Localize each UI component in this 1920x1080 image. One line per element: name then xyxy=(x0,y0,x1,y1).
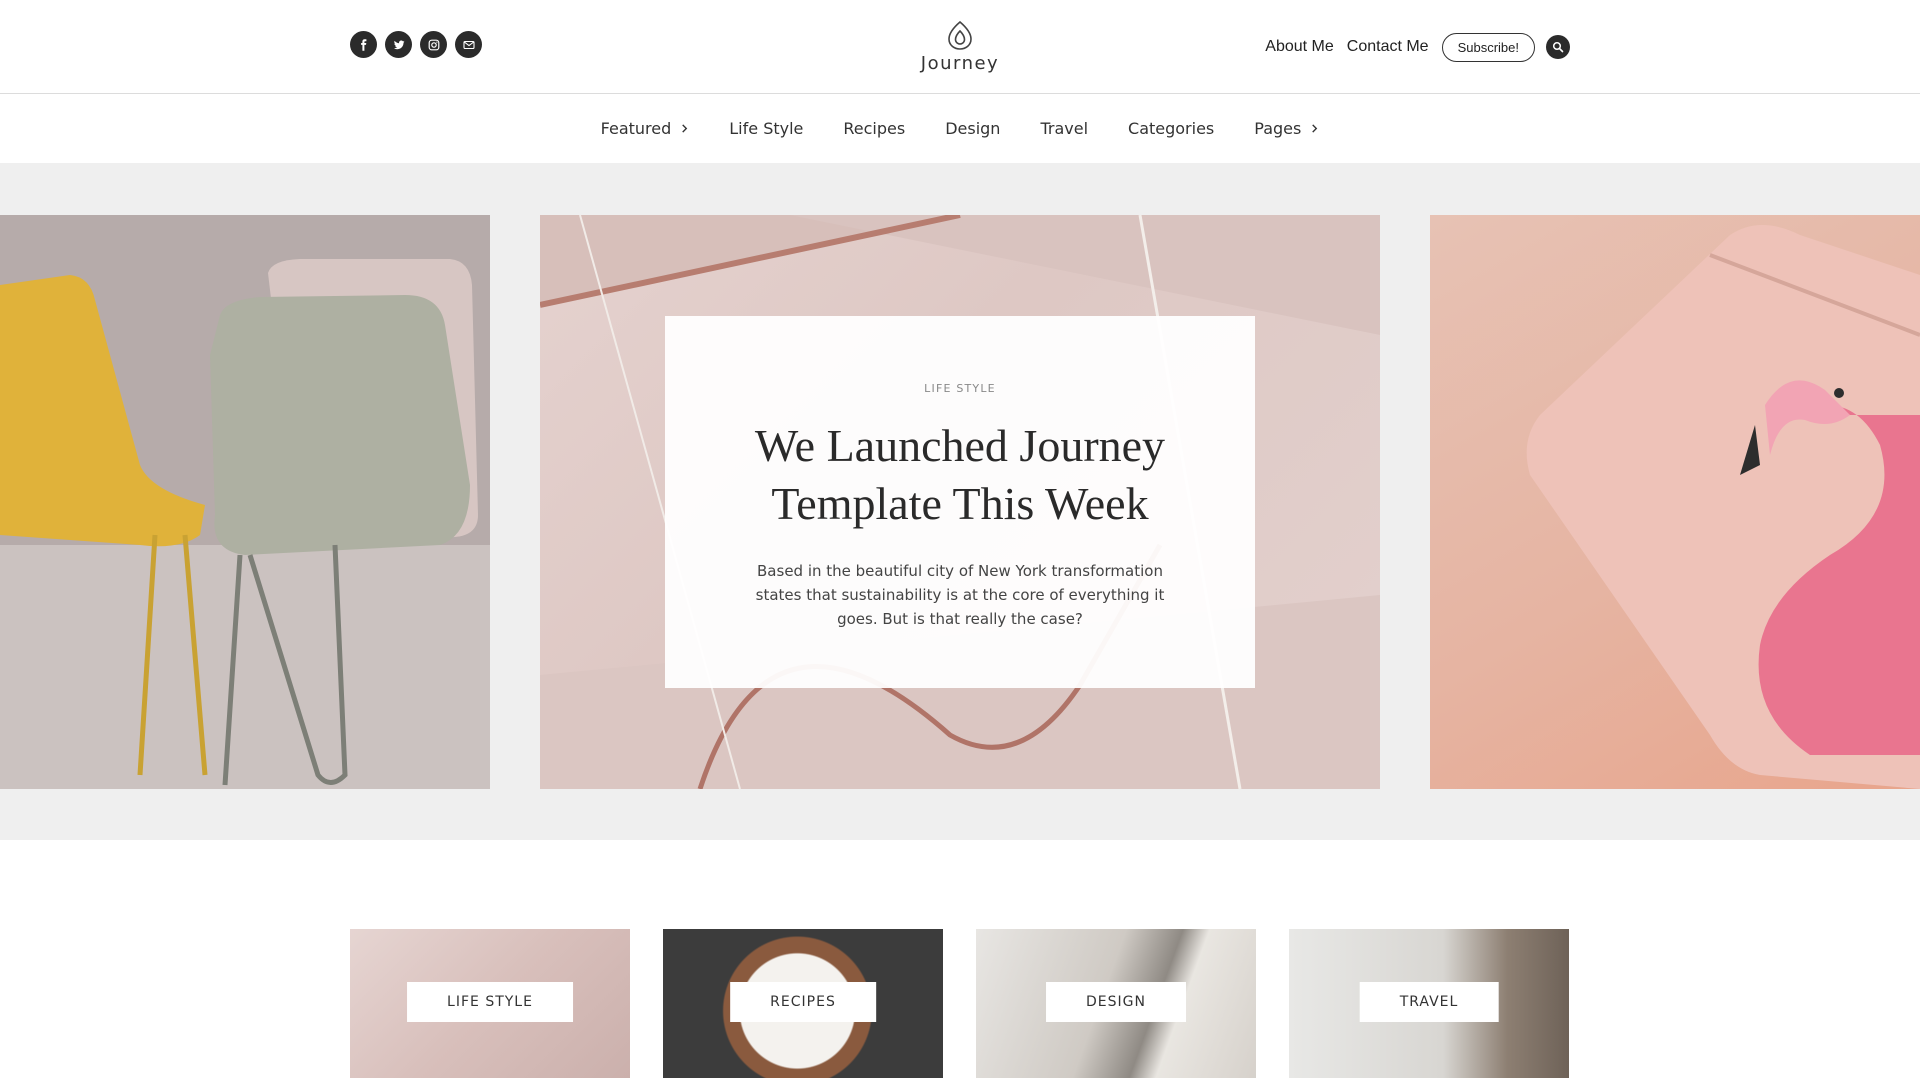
featured-slider: LIFE STYLE We Launched Journey Template … xyxy=(0,163,1920,840)
search-icon xyxy=(1552,41,1564,53)
main-navigation: Featured Life Style Recipes Design Trave… xyxy=(0,95,1920,162)
category-tile-design[interactable]: DESIGN xyxy=(976,929,1256,1078)
flamingo-bag-image xyxy=(1526,225,1920,789)
category-tiles: LIFE STYLE RECIPES DESIGN TRAVEL xyxy=(350,929,1569,1078)
nav-item-featured[interactable]: Featured xyxy=(601,119,690,138)
site-header: Journey About Me Contact Me Subscribe! xyxy=(0,0,1920,94)
chairs-image xyxy=(0,215,490,789)
chevron-right-icon xyxy=(682,124,688,133)
nav-item-label: Categories xyxy=(1128,119,1215,138)
category-tile-label: DESIGN xyxy=(1046,982,1186,1022)
facebook-icon[interactable] xyxy=(350,31,377,58)
nav-item-travel[interactable]: Travel xyxy=(1040,119,1088,138)
nav-item-design[interactable]: Design xyxy=(945,119,1000,138)
nav-item-label: Featured xyxy=(600,119,672,138)
nav-item-label: Travel xyxy=(1040,119,1089,138)
leaf-logo-icon xyxy=(948,20,972,50)
nav-item-label: Recipes xyxy=(843,119,906,138)
post-title[interactable]: We Launched Journey Template This Week xyxy=(740,417,1180,533)
logo-wordmark: Journey xyxy=(920,53,1000,74)
twitter-icon[interactable] xyxy=(385,31,412,58)
featured-post-card[interactable]: LIFE STYLE We Launched Journey Template … xyxy=(665,316,1255,688)
header-right-nav: About Me Contact Me Subscribe! xyxy=(1265,31,1570,63)
email-icon[interactable] xyxy=(455,31,482,58)
subscribe-button[interactable]: Subscribe! xyxy=(1441,32,1535,62)
category-tile-life-style[interactable]: LIFE STYLE xyxy=(350,929,630,1078)
social-links xyxy=(350,31,482,58)
category-tile-label: LIFE STYLE xyxy=(407,982,573,1022)
category-tile-label: RECIPES xyxy=(730,982,876,1022)
nav-item-recipes[interactable]: Recipes xyxy=(843,119,905,138)
category-tile-recipes[interactable]: RECIPES xyxy=(663,929,943,1078)
category-tile-label: TRAVEL xyxy=(1359,982,1499,1022)
post-excerpt: Based in the beautiful city of New York … xyxy=(755,562,1165,628)
nav-item-pages[interactable]: Pages xyxy=(1254,119,1319,138)
category-tile-travel[interactable]: TRAVEL xyxy=(1289,929,1569,1078)
nav-item-categories[interactable]: Categories xyxy=(1128,119,1214,138)
contact-me-link[interactable]: Contact Me xyxy=(1347,38,1429,56)
instagram-icon[interactable] xyxy=(420,31,447,58)
site-logo[interactable]: Journey xyxy=(910,20,1010,74)
nav-item-label: Pages xyxy=(1254,119,1302,138)
slide-image-chairs[interactable] xyxy=(0,215,490,789)
chevron-right-icon xyxy=(1312,124,1318,133)
nav-item-label: Life Style xyxy=(729,119,804,138)
nav-item-label: Design xyxy=(945,119,1001,138)
slide-image-flamingo-bag[interactable] xyxy=(1430,215,1920,789)
nav-item-life-style[interactable]: Life Style xyxy=(729,119,803,138)
post-category[interactable]: LIFE STYLE xyxy=(665,382,1255,395)
search-button[interactable] xyxy=(1546,35,1570,59)
slide-main[interactable]: LIFE STYLE We Launched Journey Template … xyxy=(540,215,1380,789)
about-me-link[interactable]: About Me xyxy=(1265,38,1333,56)
